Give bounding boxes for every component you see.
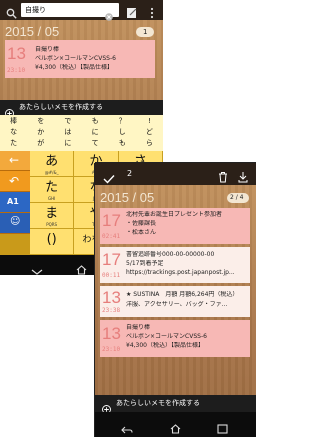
memo-line-1: 自撮り棒	[126, 324, 151, 331]
candidate-item[interactable]: か	[27, 128, 54, 136]
kana-key-label: ()	[46, 232, 57, 247]
memo-time: 23:10	[102, 346, 121, 353]
kana-key-sub-label: PQRS	[46, 222, 58, 227]
candidate-item[interactable]: な	[0, 128, 27, 136]
memo-time: 23:38	[102, 307, 121, 314]
memo-day: 17	[102, 211, 121, 230]
candidate-item[interactable]: に	[54, 139, 81, 147]
candidate-item[interactable]: で	[54, 117, 81, 125]
memo-line-2: 洋服、アクセサリー、バッグ・ファ...	[126, 301, 228, 308]
trash-icon[interactable]	[218, 168, 228, 183]
export-icon[interactable]	[238, 168, 248, 183]
search-icon[interactable]	[6, 4, 17, 19]
candidate-item[interactable]: も	[82, 117, 109, 125]
memo-time: 00:11	[102, 272, 121, 279]
memo-line-1: 自撮り棒	[35, 46, 60, 53]
candidate-item[interactable]: た	[0, 139, 27, 147]
kana-key-sub-label: GHI	[48, 196, 56, 201]
kana-key-label: あ	[45, 154, 59, 169]
candidate-item[interactable]: ？	[109, 117, 136, 125]
month-header: 2015 / 05	[5, 24, 60, 39]
memo-card[interactable]: 13 23:10 自撮り棒 ベルボン×コールマンCVSS-6 ¥4,300（税込…	[5, 40, 155, 78]
left-arrow-key[interactable]: ←	[0, 151, 30, 171]
page-counter-text: 1	[143, 28, 148, 36]
new-memo-bar[interactable]: あたらしいメモを作成する	[0, 100, 163, 118]
emoji-key[interactable]: ☺	[0, 213, 30, 234]
memo-line-2: ベルボン×コールマンCVSS-6	[126, 333, 207, 340]
clear-search-icon[interactable]	[105, 6, 113, 21]
memo-card[interactable]: 17 02:41 北村先輩お誕生日プレゼント参加者 ・佐藤課長 ・松本さん	[100, 208, 250, 244]
candidate-item[interactable]: 棒	[0, 117, 27, 125]
back-icon[interactable]	[121, 420, 133, 434]
undo-key[interactable]: ↶	[0, 171, 30, 192]
home-icon[interactable]	[76, 260, 87, 275]
kana-key[interactable]: た GHI	[30, 177, 75, 203]
kana-key-sub-label: @#/&_	[44, 170, 59, 175]
candidate-item[interactable]: に	[82, 128, 109, 136]
candidate-item[interactable]: を	[27, 117, 54, 125]
back-icon[interactable]	[31, 261, 43, 275]
candidate-item[interactable]: が	[27, 139, 54, 147]
memo-line-2: ベルボン×コールマンCVSS-6	[35, 55, 116, 62]
memo-line-2: ・佐藤課長	[126, 220, 157, 227]
add-memo-icon	[5, 103, 14, 118]
right-screen: 2 2015 / 05 2 / 4 17 02:41 北村先輩お誕生日プレゼント…	[95, 163, 256, 437]
memo-line-1: 北村先輩お誕生日プレゼント参加者	[126, 211, 223, 218]
candidate-item[interactable]: も	[109, 139, 136, 147]
memo-line-3: ・松本さん	[126, 229, 157, 236]
memo-day: 17	[102, 250, 121, 269]
candidate-item[interactable]: ど	[136, 128, 163, 136]
mode-switch-label: A1	[7, 197, 19, 206]
memo-day: 13	[102, 324, 121, 343]
kana-key-label: た	[45, 180, 59, 195]
memo-line-1: 書留追跡番号000-00-00000-00	[126, 251, 215, 258]
recent-apps-icon[interactable]	[217, 419, 228, 434]
kana-key[interactable]: ま PQRS	[30, 203, 75, 229]
search-input-value: 自撮り	[25, 6, 46, 14]
memo-time: 23:10	[7, 67, 26, 74]
memo-edit-icon[interactable]	[126, 4, 138, 18]
candidate-item[interactable]: て	[82, 139, 109, 147]
memo-day: 13	[7, 44, 26, 63]
kana-key[interactable]: あ @#/&_	[30, 151, 75, 177]
mode-switch-key[interactable]: A1	[0, 192, 30, 213]
page-counter-text: 2 / 4	[230, 194, 244, 201]
overflow-menu-icon[interactable]	[150, 4, 154, 19]
candidate-item[interactable]: ら	[136, 139, 163, 147]
nav-bar	[95, 412, 256, 437]
kana-key-label: ま	[45, 206, 59, 221]
candidate-item[interactable]: は	[54, 128, 81, 136]
memo-line-3: https://trackings.post.japanpost.jp...	[126, 269, 235, 276]
candidate-item[interactable]: し	[109, 128, 136, 136]
selected-count: 2	[127, 169, 133, 178]
memo-card[interactable]: 13 23:10 自撮り棒 ベルボン×コールマンCVSS-6 ¥4,300（税込…	[100, 320, 250, 357]
page-counter-badge: 2 / 4	[227, 193, 249, 203]
add-memo-icon	[102, 399, 111, 414]
memo-line-2: 5/17到着予定	[126, 260, 164, 267]
check-icon[interactable]	[103, 169, 115, 184]
memo-line-1: ★ SUSTINA 月額 月額6,264円（税込）	[126, 291, 239, 298]
new-memo-label: あたらしいメモを作成する	[116, 399, 200, 407]
memo-line-3: ¥4,300（税込）【製品仕様】	[126, 342, 204, 349]
emoji-icon: ☺	[10, 216, 21, 227]
candidate-item[interactable]: !	[136, 117, 163, 125]
left-arrow-icon: ←	[9, 153, 20, 167]
kana-key[interactable]: ()	[30, 229, 75, 255]
selection-bar: 2	[95, 163, 256, 185]
month-header: 2015 / 05	[100, 190, 155, 205]
memo-line-3: ¥4,300（税込）【製品仕様】	[35, 64, 113, 71]
home-icon[interactable]	[170, 419, 181, 434]
search-bar: 自撮り	[0, 0, 163, 21]
undo-icon: ↶	[9, 174, 20, 188]
memo-day: 13	[102, 288, 121, 307]
new-memo-bar[interactable]: あたらしいメモを作成する	[95, 395, 256, 414]
page-counter-badge: 1	[136, 27, 154, 37]
new-memo-label: あたらしいメモを作成する	[19, 103, 103, 111]
memo-card[interactable]: 17 00:11 書留追跡番号000-00-00000-00 5/17到着予定 …	[100, 247, 250, 283]
memo-card[interactable]: 13 23:38 ★ SUSTINA 月額 月額6,264円（税込） 洋服、アク…	[100, 286, 250, 317]
memo-time: 02:41	[102, 233, 121, 240]
